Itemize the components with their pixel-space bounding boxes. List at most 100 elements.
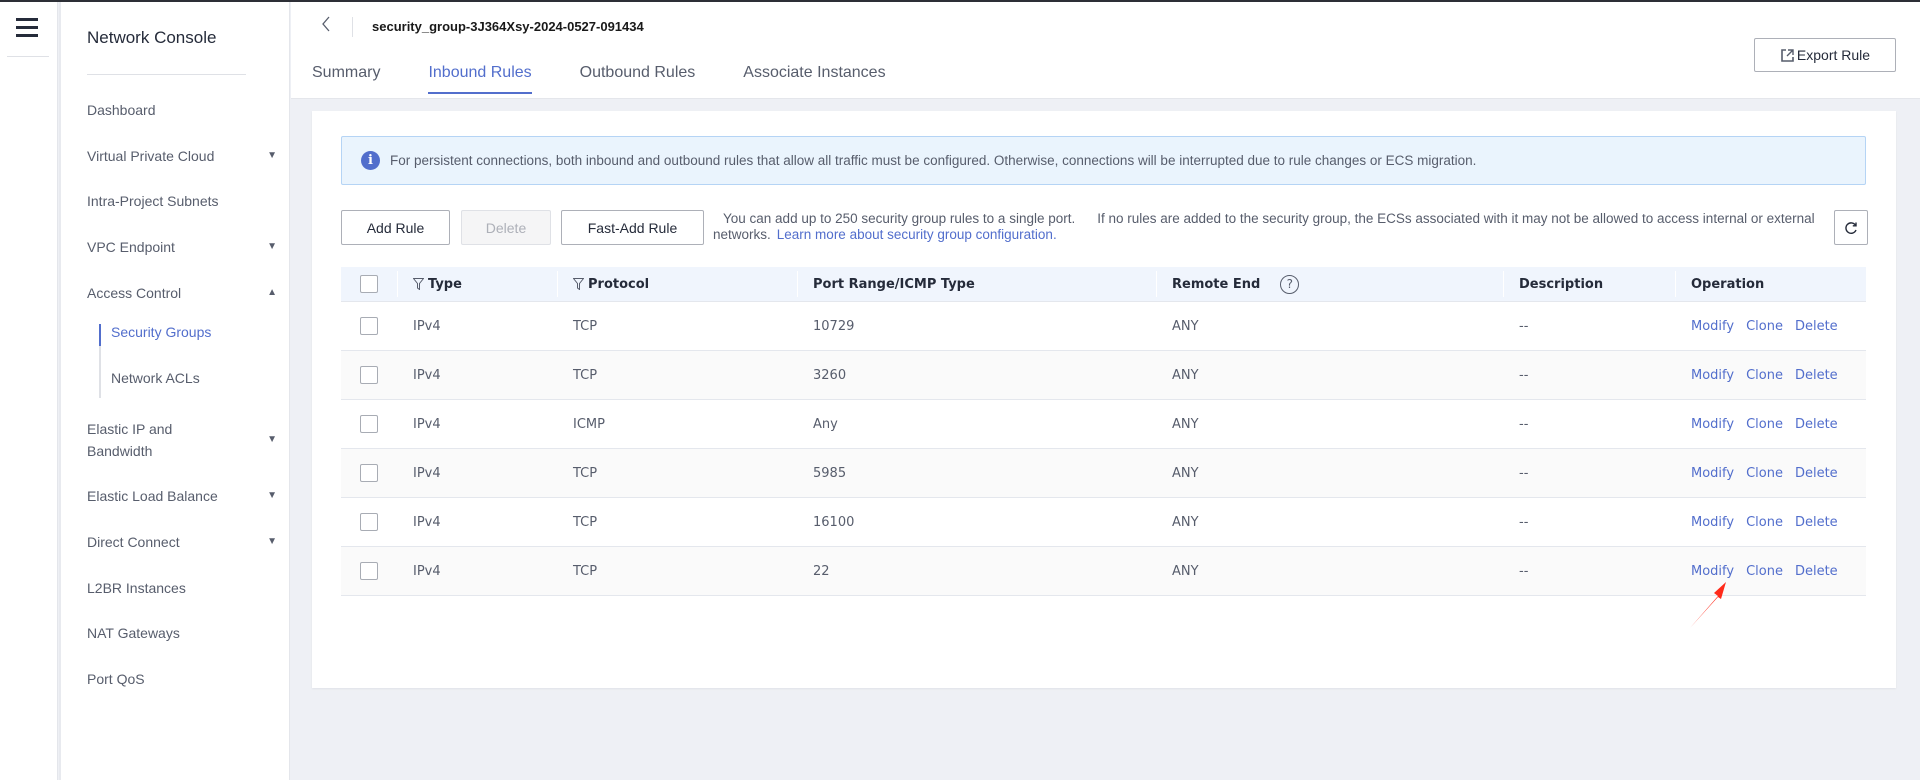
export-icon <box>1781 48 1794 62</box>
delete-link[interactable]: Delete <box>1795 515 1838 530</box>
left-rail <box>0 2 58 780</box>
column-header-description: Description <box>1503 267 1675 301</box>
sidebar-item-intra-project-subnets[interactable]: Intra-Project Subnets <box>87 190 277 212</box>
table-row: IPv4 TCP 10729 ANY -- Modify Clone Delete <box>341 302 1866 351</box>
hamburger-menu-icon[interactable] <box>16 18 38 38</box>
cell-description: -- <box>1519 514 1529 530</box>
sidebar-item-security-groups[interactable]: Security Groups <box>111 324 211 340</box>
cell-operation: Modify Clone Delete <box>1675 400 1866 448</box>
row-checkbox[interactable] <box>360 317 378 335</box>
sidebar-item-label: Port QoS <box>87 671 145 687</box>
chevron-down-icon: ▼ <box>267 434 277 445</box>
cell-remote: ANY <box>1172 318 1199 334</box>
cell-remote: ANY <box>1172 416 1199 432</box>
cell-protocol: TCP <box>573 465 598 481</box>
cell-type: IPv4 <box>413 563 441 579</box>
sidebar-item-vpc-endpoint[interactable]: VPC Endpoint ▼ <box>87 236 277 258</box>
sidebar-item-label: L2BR Instances <box>87 580 186 596</box>
cell-port: 5985 <box>813 465 847 481</box>
modify-link[interactable]: Modify <box>1691 417 1734 432</box>
cell-port: 22 <box>813 563 830 579</box>
chevron-down-icon: ▼ <box>267 241 277 252</box>
sidebar-item-direct-connect[interactable]: Direct Connect ▼ <box>87 531 277 553</box>
refresh-button[interactable] <box>1834 210 1868 245</box>
cell-port: 3260 <box>813 367 847 383</box>
row-checkbox[interactable] <box>360 366 378 384</box>
row-select-cell <box>341 498 397 546</box>
cell-type: IPv4 <box>413 514 441 530</box>
cell-operation: Modify Clone Delete <box>1675 449 1866 497</box>
learn-more-link[interactable]: Learn more about security group configur… <box>777 227 1057 242</box>
column-label: Operation <box>1691 276 1765 292</box>
cell-type: IPv4 <box>413 416 441 432</box>
sidebar-item-label-line2: Bandwidth <box>87 443 153 459</box>
header-select-all <box>341 267 397 301</box>
modify-link[interactable]: Modify <box>1691 466 1734 481</box>
sidebar-item-port-qos[interactable]: Port QoS <box>87 668 277 690</box>
tab-outbound-rules[interactable]: Outbound Rules <box>580 64 696 94</box>
clone-link[interactable]: Clone <box>1746 466 1783 481</box>
sidebar-item-network-acls[interactable]: Network ACLs <box>111 370 200 386</box>
column-label: Description <box>1519 276 1604 292</box>
modify-link[interactable]: Modify <box>1691 319 1734 334</box>
tab-associate-instances[interactable]: Associate Instances <box>743 64 885 94</box>
help-icon[interactable]: ? <box>1280 274 1300 294</box>
sidebar-item-label: VPC Endpoint <box>87 239 175 255</box>
clone-link[interactable]: Clone <box>1746 319 1783 334</box>
header-separator <box>352 17 353 37</box>
tab-inbound-rules[interactable]: Inbound Rules <box>428 64 532 94</box>
clone-link[interactable]: Clone <box>1746 417 1783 432</box>
row-select-cell <box>341 547 397 595</box>
table-row: IPv4 TCP 22 ANY -- Modify Clone Delete <box>341 547 1866 596</box>
modify-link[interactable]: Modify <box>1691 564 1734 579</box>
sidebar-item-access-control[interactable]: Access Control ▲ <box>87 282 277 304</box>
sidebar-item-virtual-private-cloud[interactable]: Virtual Private Cloud ▼ <box>87 145 277 167</box>
back-button[interactable] <box>321 16 331 37</box>
delete-link[interactable]: Delete <box>1795 368 1838 383</box>
tab-summary[interactable]: Summary <box>312 64 380 94</box>
cell-port: Any <box>813 416 838 432</box>
filter-icon[interactable] <box>413 278 424 290</box>
row-checkbox[interactable] <box>360 562 378 580</box>
row-checkbox[interactable] <box>360 415 378 433</box>
clone-link[interactable]: Clone <box>1746 368 1783 383</box>
info-alert: i For persistent connections, both inbou… <box>341 136 1866 185</box>
sidebar-item-elastic-ip-bandwidth[interactable]: Elastic IP and Bandwidth ▼ <box>87 418 277 462</box>
table-row: IPv4 ICMP Any ANY -- Modify Clone Delete <box>341 400 1866 449</box>
modify-link[interactable]: Modify <box>1691 368 1734 383</box>
clone-link[interactable]: Clone <box>1746 515 1783 530</box>
modify-link[interactable]: Modify <box>1691 515 1734 530</box>
sidebar-item-nat-gateways[interactable]: NAT Gateways <box>87 622 277 644</box>
cell-type: IPv4 <box>413 465 441 481</box>
delete-link[interactable]: Delete <box>1795 466 1838 481</box>
access-control-submenu: Security Groups Network ACLs <box>99 324 259 398</box>
fast-add-rule-button[interactable]: Fast-Add Rule <box>561 210 704 245</box>
cell-description: -- <box>1519 465 1529 481</box>
column-header-remote-end: Remote End ? <box>1156 267 1503 301</box>
delete-button[interactable]: Delete <box>461 210 551 245</box>
column-header-operation: Operation <box>1675 267 1866 301</box>
cell-port: 16100 <box>813 514 855 530</box>
column-header-port-range: Port Range/ICMP Type <box>797 267 1156 301</box>
delete-link[interactable]: Delete <box>1795 564 1838 579</box>
delete-link[interactable]: Delete <box>1795 417 1838 432</box>
sidebar-item-dashboard[interactable]: Dashboard <box>87 99 277 121</box>
delete-link[interactable]: Delete <box>1795 319 1838 334</box>
row-checkbox[interactable] <box>360 513 378 531</box>
sidebar-item-l2br-instances[interactable]: L2BR Instances <box>87 577 277 599</box>
chevron-up-icon: ▲ <box>267 287 277 298</box>
export-rule-button[interactable]: Export Rule <box>1754 38 1896 72</box>
cell-remote: ANY <box>1172 465 1199 481</box>
column-label: Protocol <box>588 276 650 292</box>
row-checkbox[interactable] <box>360 464 378 482</box>
clone-link[interactable]: Clone <box>1746 564 1783 579</box>
sidebar-item-elastic-load-balance[interactable]: Elastic Load Balance ▼ <box>87 485 277 507</box>
filter-icon[interactable] <box>573 278 584 290</box>
select-all-checkbox[interactable] <box>360 275 378 293</box>
sidebar: Network Console Dashboard Virtual Privat… <box>59 2 290 780</box>
table-row: IPv4 TCP 16100 ANY -- Modify Clone Delete <box>341 498 1866 547</box>
sidebar-item-label: NAT Gateways <box>87 625 180 641</box>
sidebar-item-label: Elastic Load Balance <box>87 488 218 504</box>
chevron-down-icon: ▼ <box>267 536 277 547</box>
add-rule-button[interactable]: Add Rule <box>341 210 450 245</box>
